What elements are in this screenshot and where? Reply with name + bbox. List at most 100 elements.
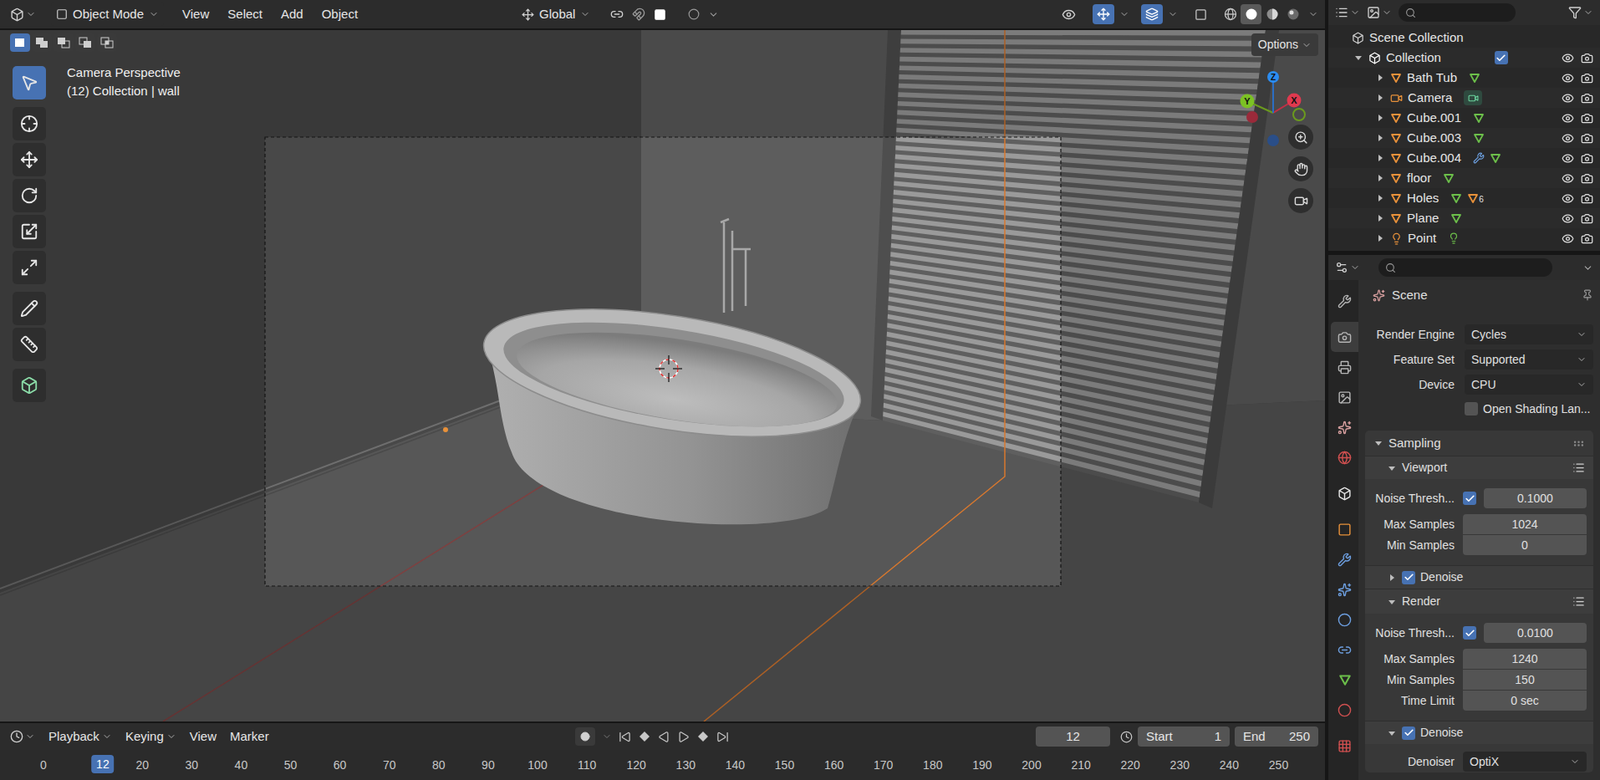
outliner-row[interactable]: Cube.001 <box>1328 107 1600 128</box>
selection-mode-button[interactable] <box>75 33 96 52</box>
chevron-icon[interactable] <box>601 731 612 742</box>
visibility-icon[interactable] <box>1561 232 1575 245</box>
outliner-row[interactable]: Cube.003 <box>1328 127 1600 148</box>
expand-arrow-icon[interactable] <box>1375 152 1386 164</box>
properties-tab[interactable] <box>1330 412 1359 443</box>
tool-button[interactable] <box>12 250 46 285</box>
noise-threshold-field[interactable]: 0.0100 <box>1483 622 1587 643</box>
selection-mode-button[interactable] <box>31 33 52 52</box>
outliner-row[interactable]: floor <box>1328 168 1600 189</box>
expand-arrow-icon[interactable] <box>1375 72 1386 83</box>
render-icon[interactable] <box>1580 192 1594 205</box>
options-dropdown[interactable]: Options <box>1251 33 1319 57</box>
tool-button[interactable] <box>12 107 46 141</box>
prev-keyframe-icon[interactable] <box>637 729 652 744</box>
pin-icon[interactable] <box>1581 289 1594 301</box>
expand-arrow-icon[interactable] <box>1375 213 1386 224</box>
open-shading-checkbox[interactable] <box>1464 402 1478 416</box>
properties-tab[interactable] <box>1330 382 1359 413</box>
camera-data-badge[interactable] <box>1463 90 1483 106</box>
expand-arrow-icon[interactable] <box>1386 572 1397 583</box>
gizmos-toggle[interactable] <box>1092 4 1115 25</box>
play-icon[interactable] <box>677 730 690 744</box>
denoise-header[interactable]: Denoise <box>1365 565 1594 589</box>
subpanel-header[interactable]: Render <box>1365 588 1594 614</box>
visibility-icon[interactable] <box>1561 192 1575 205</box>
frame-ruler[interactable]: 0203040506070809010011012013014015016017… <box>0 749 1325 780</box>
expand-arrow-icon[interactable] <box>1353 52 1364 63</box>
render-icon[interactable] <box>1580 232 1594 245</box>
number-field[interactable]: 0 sec <box>1462 690 1587 711</box>
expand-arrow-icon[interactable] <box>1386 596 1397 607</box>
outliner-row[interactable]: Bath Tub <box>1328 67 1600 88</box>
scene-render[interactable] <box>0 30 1325 722</box>
number-field[interactable]: 0 <box>1462 535 1587 556</box>
modifier-icon[interactable] <box>1472 152 1485 164</box>
orientation-dropdown[interactable]: Global <box>521 5 591 25</box>
mode-dropdown[interactable]: Object Mode <box>50 2 164 27</box>
render-icon[interactable] <box>1580 152 1594 165</box>
properties-tab[interactable] <box>1330 514 1359 545</box>
tool-button[interactable] <box>12 327 46 362</box>
snap-target-icon[interactable] <box>653 8 667 21</box>
chevron-icon[interactable] <box>1167 9 1178 20</box>
properties-tab[interactable] <box>1330 664 1359 695</box>
tool-button[interactable] <box>12 178 46 213</box>
play-reverse-icon[interactable] <box>657 730 671 744</box>
render-icon[interactable] <box>1580 132 1594 145</box>
collection-checkbox[interactable] <box>1494 50 1509 65</box>
panel-header[interactable]: Sampling <box>1365 430 1594 456</box>
properties-tab[interactable] <box>1330 544 1359 575</box>
outliner-row[interactable]: Holes6 <box>1328 188 1600 209</box>
selection-mode-button[interactable] <box>96 33 118 52</box>
render-icon[interactable] <box>1580 71 1594 85</box>
xray-toggle[interactable] <box>1189 4 1212 25</box>
number-field[interactable]: 150 <box>1462 669 1587 690</box>
tool-button[interactable] <box>12 142 46 177</box>
tool-button[interactable] <box>12 66 46 100</box>
render-icon[interactable] <box>1580 91 1594 105</box>
properties-tab[interactable] <box>1330 730 1359 761</box>
collection-row[interactable]: Collection <box>1328 47 1600 68</box>
shading-button[interactable] <box>1219 4 1241 25</box>
properties-tab[interactable] <box>1330 351 1359 383</box>
visibility-icon[interactable] <box>1561 51 1575 65</box>
outliner-row[interactable]: Point <box>1328 228 1600 249</box>
falloff-icon[interactable] <box>708 9 719 21</box>
timeline-menu[interactable]: View <box>189 727 217 747</box>
expand-arrow-icon[interactable] <box>1375 92 1386 103</box>
property-dropdown[interactable]: Supported <box>1464 349 1594 370</box>
menu-item[interactable]: Object <box>321 5 358 25</box>
editor-type-button[interactable] <box>6 729 39 744</box>
noise-threshold-field[interactable]: 0.1000 <box>1483 488 1587 509</box>
timeline-menu[interactable]: Marker <box>229 727 270 747</box>
shading-button[interactable] <box>1240 4 1262 25</box>
denoise-checkbox[interactable] <box>1401 726 1416 740</box>
expand-arrow-icon[interactable] <box>1375 173 1386 184</box>
tool-button[interactable] <box>12 291 46 326</box>
render-icon[interactable] <box>1580 172 1594 185</box>
shading-button[interactable] <box>1261 4 1283 25</box>
expand-arrow-icon[interactable] <box>1373 438 1384 449</box>
visibility-icon[interactable] <box>1561 91 1575 105</box>
child-objects-badge[interactable]: 6 <box>1467 192 1484 204</box>
tool-button[interactable] <box>12 214 46 249</box>
properties-tab[interactable] <box>1330 321 1359 352</box>
properties-tab[interactable] <box>1330 694 1359 725</box>
visibility-icon[interactable] <box>1561 152 1575 165</box>
pan-button[interactable] <box>1288 156 1314 182</box>
denoiser-dropdown[interactable]: OptiX <box>1462 751 1587 772</box>
auto-key-button[interactable] <box>575 727 596 746</box>
end-frame-field[interactable]: End250 <box>1234 726 1319 747</box>
properties-tab[interactable] <box>1330 604 1359 635</box>
noise-threshold-checkbox[interactable] <box>1462 491 1477 505</box>
properties-tab[interactable] <box>1330 574 1359 605</box>
expand-arrow-icon[interactable] <box>1375 193 1386 204</box>
expand-arrow-icon[interactable] <box>1386 463 1397 474</box>
properties-tab[interactable] <box>1330 442 1359 473</box>
start-frame-field[interactable]: Start1 <box>1137 726 1230 747</box>
editor-type-button[interactable] <box>1335 5 1361 20</box>
number-field[interactable]: 1024 <box>1462 514 1587 535</box>
properties-tab[interactable] <box>1330 285 1359 316</box>
pivot-icon[interactable] <box>610 7 624 21</box>
